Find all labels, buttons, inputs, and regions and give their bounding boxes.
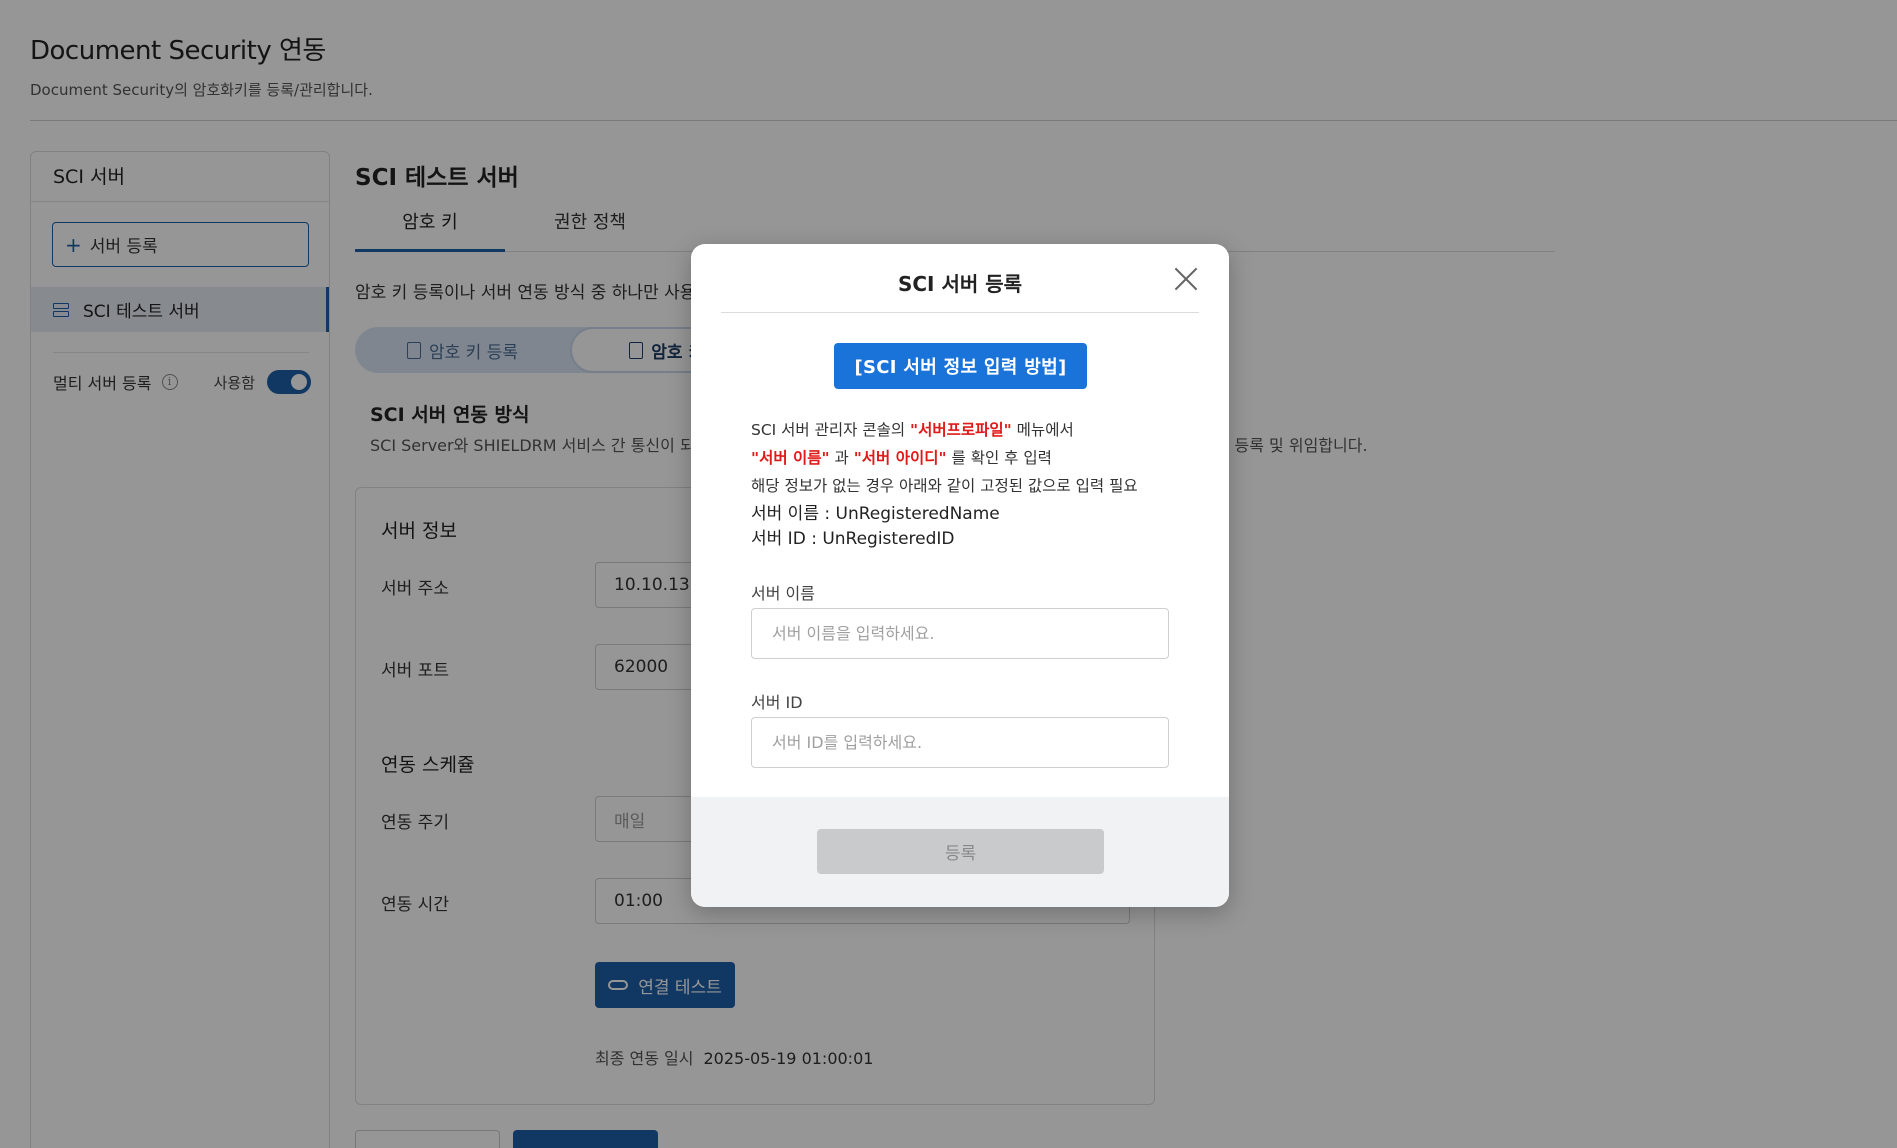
server-id-label: 서버 ID <box>751 693 803 712</box>
input-guide-button[interactable]: [SCI 서버 정보 입력 방법] <box>834 343 1087 389</box>
instruction-line-1: SCI 서버 관리자 콘솔의 "서버프로파일" 메뉴에서 <box>751 421 1074 439</box>
modal-title: SCI 서버 등록 <box>897 272 1023 296</box>
server-name-label: 서버 이름 <box>751 584 815 603</box>
register-server-modal: SCI 서버 등록 [SCI 서버 정보 입력 방법] SCI 서버 관리자 콘… <box>691 244 1229 907</box>
close-icon[interactable] <box>1173 266 1199 292</box>
fixed-server-id: 서버 ID : UnRegisteredID <box>751 529 955 549</box>
server-id-input[interactable] <box>751 717 1169 768</box>
instruction-line-2: "서버 이름" 과 "서버 아이디" 를 확인 후 입력 <box>751 449 1052 467</box>
server-name-input[interactable] <box>751 608 1169 659</box>
modal-footer: 등록 <box>691 797 1229 907</box>
modal-instructions: SCI 서버 관리자 콘솔의 "서버프로파일" 메뉴에서 "서버 이름" 과 "… <box>751 416 1191 500</box>
register-submit-button[interactable]: 등록 <box>817 829 1104 874</box>
fixed-server-name: 서버 이름 : UnRegisteredName <box>751 504 1000 524</box>
instruction-line-3: 해당 정보가 없는 경우 아래와 같이 고정된 값으로 입력 필요 <box>751 477 1138 495</box>
modal-header: SCI 서버 등록 <box>721 244 1199 313</box>
fixed-values: 서버 이름 : UnRegisteredName 서버 ID : UnRegis… <box>751 502 1000 552</box>
